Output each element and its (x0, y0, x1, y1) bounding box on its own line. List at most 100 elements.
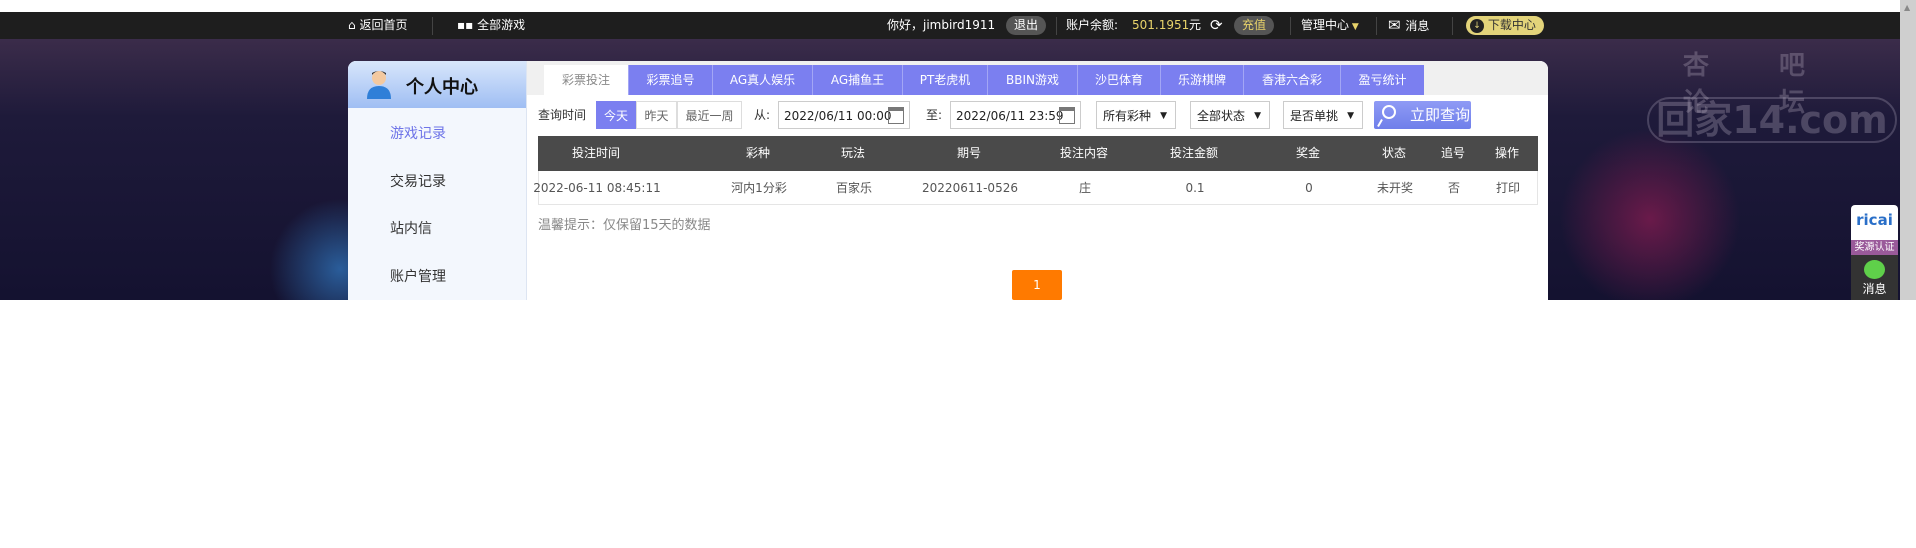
caret-down-icon: ▼ (1160, 111, 1167, 121)
caret-down-icon: ▼ (1254, 111, 1261, 121)
sidebar-item-account[interactable]: 账户管理 (390, 266, 446, 286)
tab-ag-live[interactable]: AG真人娱乐 (713, 65, 813, 95)
manage-label: 管理中心 (1301, 18, 1350, 32)
tab-pt-slots[interactable]: PT老虎机 (903, 65, 988, 95)
search-icon (1382, 105, 1396, 119)
sidebar-item-game-records[interactable]: 游戏记录 (390, 123, 446, 143)
tab-ag-fishing[interactable]: AG捕鱼王 (813, 65, 903, 95)
divider (1376, 17, 1377, 35)
tab-lottery-bets[interactable]: 彩票投注 (544, 65, 629, 95)
greeting: 你好，jimbird1911 (887, 18, 996, 32)
tab-bbin[interactable]: BBIN游戏 (988, 65, 1078, 95)
divider (432, 17, 433, 35)
cell-issue: 20220611-0526 (922, 181, 1018, 195)
single-select[interactable]: 是否单挑 ▼ (1283, 101, 1363, 129)
cell-status: 未开奖 (1376, 181, 1414, 195)
caret-down-icon: ▼ (1349, 22, 1359, 32)
to-date-input[interactable]: 2022/06/11 23:59 (950, 101, 1081, 129)
cell-chase: 否 (1447, 181, 1461, 195)
cell-play: 百家乐 (835, 181, 873, 195)
float-messages-button[interactable]: 消息 (1851, 255, 1898, 300)
to-label: 至: (926, 108, 943, 122)
calendar-icon[interactable] (888, 107, 904, 124)
query-time-label: 查询时间 (538, 108, 587, 122)
all-games-label: 全部游戏 (477, 18, 526, 32)
home-link[interactable]: ⌂ 返回首页 (348, 12, 407, 39)
balance-label: 账户余额: (1066, 18, 1119, 32)
balance-value: 501.1951 (1132, 18, 1190, 32)
recharge-button[interactable]: 充值 (1234, 16, 1275, 35)
logout-button[interactable]: 退出 (1006, 16, 1047, 35)
table-header: 投注时间 彩种 玩法 期号 投注内容 投注金额 奖金 状态 追号 操作 (538, 136, 1538, 171)
mail-icon: ✉ (1388, 16, 1406, 34)
from-label: 从: (754, 108, 771, 122)
divider (1290, 17, 1291, 35)
calendar-icon[interactable] (1059, 107, 1075, 124)
sidebar-title: 个人中心 (406, 77, 478, 98)
tab-hk-mark-six[interactable]: 香港六合彩 (1244, 65, 1341, 95)
ricai-logo[interactable]: ricai (1851, 205, 1898, 240)
col-content: 投注内容 (1059, 146, 1109, 160)
float-messages-label: 消息 (1862, 282, 1887, 296)
status-select[interactable]: 全部状态 ▼ (1190, 101, 1270, 129)
sidebar-header: 个人中心 (348, 61, 526, 108)
sidebar: 个人中心 游戏记录 交易记录 站内信 账户管理 (348, 61, 527, 300)
col-status: 状态 (1381, 146, 1407, 160)
cell-amount: 0.1 (1185, 181, 1205, 195)
range-today[interactable]: 今天 (596, 101, 636, 129)
manage-center-dropdown[interactable]: 管理中心 ▼ (1301, 12, 1359, 39)
range-yesterday[interactable]: 昨天 (636, 101, 677, 129)
status-value: 全部状态 (1197, 109, 1246, 123)
refresh-icon[interactable]: ⟳ (1210, 12, 1223, 39)
top-margin (0, 0, 1900, 12)
currency: 元 (1189, 18, 1202, 32)
messages-label: 消息 (1405, 19, 1430, 33)
scrollbar[interactable]: ▲ (1900, 0, 1916, 300)
messages-link[interactable]: ✉ 消息 (1388, 12, 1429, 39)
col-lottery: 彩种 (745, 146, 771, 160)
chat-bubble-icon (1864, 260, 1885, 279)
query-label: 立即查询 (1410, 106, 1471, 124)
cell-content: 庄 (1078, 181, 1092, 195)
download-center-button[interactable]: ↓ 下载中心 (1466, 16, 1544, 35)
col-play: 玩法 (840, 146, 866, 160)
col-action: 操作 (1494, 146, 1520, 160)
lottery-type-select[interactable]: 所有彩种 ▼ (1096, 101, 1176, 129)
from-date-value: 2022/06/11 00:00 (784, 109, 892, 123)
page-button-1[interactable]: 1 (1012, 270, 1062, 300)
retention-tip: 温馨提示：仅保留15天的数据 (538, 218, 711, 233)
single-value: 是否单挑 (1290, 109, 1339, 123)
tab-bar: 彩票投注 彩票追号 AG真人娱乐 AG捕鱼王 PT老虎机 BBIN游戏 沙巴体育… (527, 61, 1548, 95)
watermark-logo: 杏吧论坛 回家14.com (1643, 45, 1900, 145)
tab-saba-sports[interactable]: 沙巴体育 (1078, 65, 1161, 95)
cell-lottery: 河内1分彩 (731, 181, 787, 195)
print-link[interactable]: 打印 (1496, 171, 1520, 205)
divider (1056, 17, 1057, 35)
all-games-link[interactable]: ▪▪ 全部游戏 (457, 12, 525, 39)
col-issue: 期号 (956, 146, 982, 160)
download-icon: ↓ (1470, 18, 1484, 33)
table-row: 2022-06-11 08:45:11 河内1分彩 百家乐 20220611-0… (533, 171, 1538, 205)
scroll-up-arrow-icon[interactable]: ▲ (1904, 3, 1910, 12)
cell-bet-time: 2022-06-11 08:45:11 (533, 181, 661, 195)
caret-down-icon: ▼ (1347, 111, 1354, 121)
from-date-input[interactable]: 2022/06/11 00:00 (778, 101, 910, 129)
tab-lottery-chase[interactable]: 彩票追号 (629, 65, 713, 95)
top-nav-bar: ⌂ 返回首页 ▪▪ 全部游戏 你好，jimbird1911 退出 账户余额: 5… (0, 12, 1900, 39)
bets-table: 投注时间 彩种 玩法 期号 投注内容 投注金额 奖金 状态 追号 操作 2022… (533, 136, 1538, 205)
to-date-value: 2022/06/11 23:59 (956, 109, 1064, 123)
download-label: 下载中心 (1487, 18, 1536, 32)
sidebar-item-inbox[interactable]: 站内信 (390, 218, 432, 238)
divider (1452, 17, 1453, 35)
range-last-week[interactable]: 最近一周 (677, 101, 742, 129)
tab-leyou-cards[interactable]: 乐游棋牌 (1161, 65, 1244, 95)
col-chase: 追号 (1440, 146, 1466, 160)
prize-source-badge[interactable]: 奖源认证 (1851, 240, 1898, 255)
home-icon: ⌂ (348, 18, 360, 32)
user-avatar-icon (367, 71, 391, 99)
grid-icon: ▪▪ (457, 18, 478, 32)
home-label: 返回首页 (359, 18, 408, 32)
tab-profit-loss[interactable]: 盈亏统计 (1341, 65, 1424, 95)
sidebar-item-transactions[interactable]: 交易记录 (390, 171, 446, 191)
query-button[interactable]: 立即查询 (1374, 101, 1471, 129)
